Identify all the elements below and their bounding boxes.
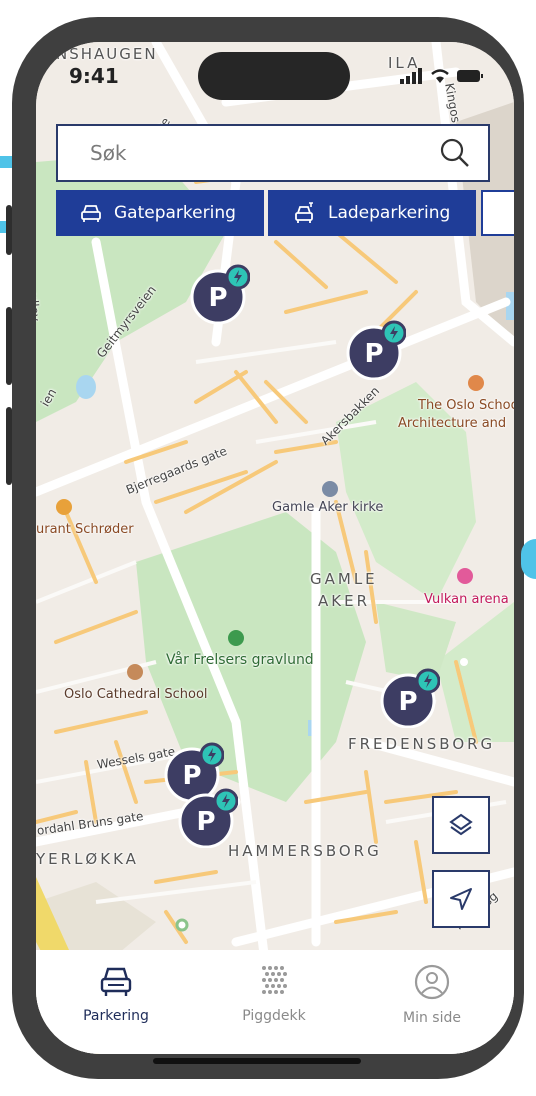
map-label-yerlokka: YERLØKKA <box>36 850 139 868</box>
map-label-area-top: NSHAUGEN <box>56 45 158 63</box>
filter-ladeparkering-label: Ladeparkering <box>328 203 451 223</box>
annotation-handle <box>521 539 536 579</box>
car-icon <box>81 205 101 222</box>
locate-button[interactable] <box>432 870 490 928</box>
tab-min-side-label: Min side <box>403 1010 461 1026</box>
status-icons <box>400 68 484 84</box>
tab-min-side[interactable]: Min side <box>372 964 492 1026</box>
navigation-arrow-icon <box>450 888 472 910</box>
search-icon[interactable] <box>440 138 470 168</box>
svg-text:P: P <box>196 807 215 837</box>
map-label-gamle: GAMLE <box>310 570 378 588</box>
tab-piggdekk-label: Piggdekk <box>242 1008 306 1024</box>
car-icon <box>100 967 132 996</box>
map-label-fredensborg: FREDENSBORG <box>348 735 496 753</box>
tab-piggdekk[interactable]: Piggdekk <box>214 964 334 1024</box>
search-bar[interactable] <box>56 124 490 182</box>
map-label-hammersborg: HAMMERSBORG <box>228 842 382 860</box>
map-label-gamle-aker-kirke: Gamle Aker kirke <box>272 500 384 515</box>
filter-ladeparkering[interactable]: Ladeparkering <box>268 190 476 236</box>
parking-pin[interactable]: P <box>178 788 238 848</box>
status-time: 9:41 <box>69 64 119 88</box>
layers-icon <box>449 813 473 836</box>
filter-more[interactable] <box>481 190 514 236</box>
tab-bar: Parkering Piggdekk Min side <box>36 950 514 1054</box>
cellular-signal-icon <box>400 68 422 84</box>
app-screen: NSHAUGEN ILA Geitmyrsveien Akersbakken B… <box>36 42 514 1054</box>
map-label-cathedral-school: Oslo Cathedral School <box>64 687 208 702</box>
volume-up-button <box>6 307 12 385</box>
wifi-icon <box>431 69 449 83</box>
battery-icon <box>457 70 483 82</box>
map-label-schroder: urant Schrøder <box>36 522 134 537</box>
map-label-oslo-school: The Oslo School of <box>418 398 514 413</box>
layers-button[interactable] <box>432 796 490 854</box>
volume-down-button <box>6 407 12 485</box>
map-label-gravlund: Vår Frelsers gravlund <box>166 652 314 668</box>
action-button <box>6 205 12 255</box>
svg-text:P: P <box>208 283 227 313</box>
dynamic-island <box>198 52 350 100</box>
ev-car-icon <box>295 202 313 223</box>
svg-text:P: P <box>398 687 417 717</box>
svg-text:P: P <box>364 339 383 369</box>
filter-gateparkering-label: Gateparkering <box>114 203 236 223</box>
svg-text:P: P <box>182 761 201 791</box>
parking-pin[interactable]: P <box>346 320 406 380</box>
home-indicator <box>153 1058 361 1064</box>
tab-parkering-label: Parkering <box>83 1008 149 1024</box>
studded-tire-icon <box>262 966 287 994</box>
parking-pin[interactable]: P <box>190 264 250 324</box>
map-label-vulkan: Vulkan arena <box>424 592 509 607</box>
map-label-aker: AKER <box>318 592 370 610</box>
search-input[interactable] <box>88 140 412 166</box>
filter-gateparkering[interactable]: Gateparkering <box>56 190 264 236</box>
tab-parkering[interactable]: Parkering <box>56 964 176 1024</box>
parking-pin[interactable]: P <box>380 668 440 728</box>
user-circle-icon <box>414 964 450 1000</box>
map-label-architecture: Architecture and <box>398 416 507 431</box>
